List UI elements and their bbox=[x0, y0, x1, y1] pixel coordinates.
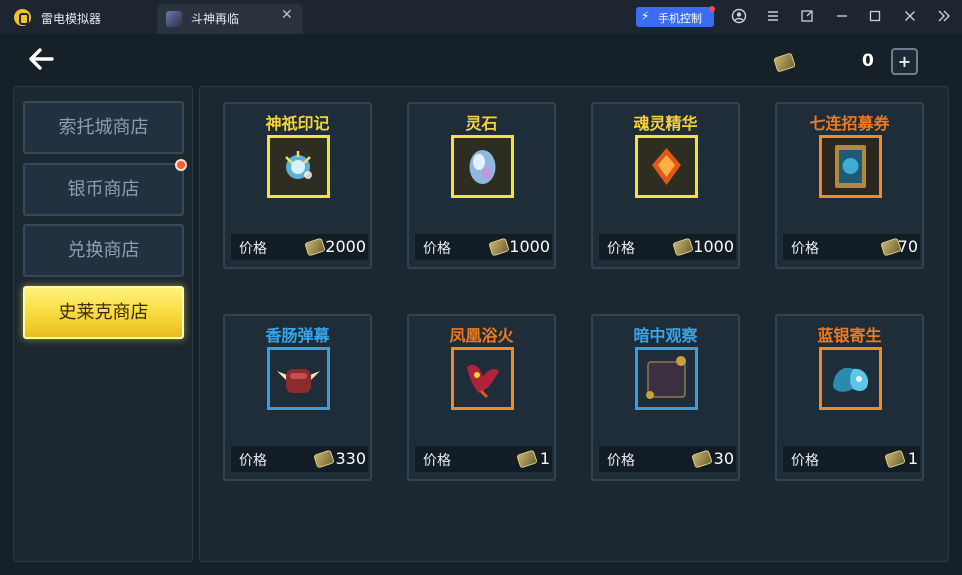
price-bar: 价格 1000 bbox=[599, 234, 736, 260]
popout-icon[interactable] bbox=[799, 8, 815, 24]
item-frame bbox=[451, 135, 514, 198]
sausage-barrage-icon bbox=[267, 347, 330, 410]
tab-close-icon[interactable]: ✕ bbox=[281, 7, 293, 23]
price-label: 价格 bbox=[423, 453, 451, 469]
item-price: 2000 bbox=[325, 237, 366, 256]
tab-game[interactable]: 斗神再临 ✕ bbox=[157, 4, 303, 34]
item-price: 1000 bbox=[693, 237, 734, 256]
price-label: 价格 bbox=[239, 453, 267, 469]
phone-control-button[interactable]: ⚡ 手机控制 bbox=[636, 7, 714, 27]
add-currency-button[interactable]: + bbox=[891, 48, 918, 75]
item-name: 神祇印记 bbox=[265, 114, 330, 133]
recruit-ticket-icon bbox=[819, 135, 882, 198]
item-frame bbox=[267, 135, 330, 198]
price-bar: 价格 330 bbox=[231, 446, 368, 472]
ticket-currency-icon bbox=[304, 237, 326, 257]
item-name: 七连招募券 bbox=[809, 114, 890, 133]
game-tab-icon bbox=[166, 11, 182, 27]
back-button[interactable] bbox=[26, 42, 56, 76]
app-logo-icon bbox=[14, 9, 31, 26]
menu-icon[interactable] bbox=[765, 8, 781, 24]
shop-item-card[interactable]: 香肠弹幕 价格 330 bbox=[223, 314, 372, 481]
user-icon[interactable] bbox=[731, 8, 747, 24]
price-label: 价格 bbox=[607, 453, 635, 469]
shop-item-card[interactable]: 凤凰浴火 价格 1 bbox=[407, 314, 556, 481]
price-bar: 价格 2000 bbox=[231, 234, 368, 260]
shop-item-card[interactable]: 蓝银寄生 价格 1 bbox=[775, 314, 924, 481]
game-viewport: 0 + 索托城商店 银币商店 兑换商店 史莱克商店 神祇印记 价格 2000 灵… bbox=[0, 34, 962, 575]
deity-seal-icon bbox=[267, 135, 330, 198]
shop-item-card[interactable]: 神祇印记 价格 2000 bbox=[223, 102, 372, 269]
price-label: 价格 bbox=[791, 453, 819, 469]
ticket-currency-icon bbox=[313, 449, 335, 469]
sidebar-item-shrek-shop[interactable]: 史莱克商店 bbox=[23, 286, 184, 339]
sidebar-item-sotocity-shop[interactable]: 索托城商店 bbox=[23, 101, 184, 154]
spirit-stone-icon bbox=[451, 135, 514, 198]
item-name: 凤凰浴火 bbox=[449, 326, 514, 345]
window-titlebar: 雷电模拟器 斗神再临 ✕ ⚡ 手机控制 bbox=[0, 0, 962, 34]
item-name: 暗中观察 bbox=[633, 326, 698, 345]
shop-item-card[interactable]: 七连招募券 价格 70 bbox=[775, 102, 924, 269]
item-price: 1 bbox=[539, 449, 550, 468]
currency-value: 0 bbox=[862, 51, 874, 71]
item-frame bbox=[267, 347, 330, 410]
secret-watch-icon bbox=[635, 347, 698, 410]
blue-silver-icon bbox=[819, 347, 882, 410]
price-label: 价格 bbox=[239, 241, 267, 257]
price-bar: 价格 1 bbox=[415, 446, 552, 472]
app-name: 雷电模拟器 bbox=[41, 12, 102, 26]
shop-item-card[interactable]: 魂灵精华 价格 1000 bbox=[591, 102, 740, 269]
close-window-icon[interactable] bbox=[902, 8, 918, 24]
item-price: 1000 bbox=[509, 237, 550, 256]
back-arrow-icon bbox=[29, 48, 54, 70]
item-name: 魂灵精华 bbox=[633, 114, 698, 133]
item-frame bbox=[819, 347, 882, 410]
new-badge-dot bbox=[175, 159, 187, 171]
item-price: 330 bbox=[335, 449, 366, 468]
phoenix-fire-icon bbox=[451, 347, 514, 410]
price-bar: 价格 1 bbox=[783, 446, 920, 472]
sidebar-item-silver-shop[interactable]: 银币商店 bbox=[23, 163, 184, 216]
item-frame bbox=[635, 347, 698, 410]
ticket-currency-icon bbox=[773, 52, 796, 73]
shop-item-card[interactable]: 暗中观察 价格 30 bbox=[591, 314, 740, 481]
item-frame bbox=[635, 135, 698, 198]
ticket-currency-icon bbox=[691, 449, 713, 469]
price-label: 价格 bbox=[607, 241, 635, 257]
maximize-icon[interactable] bbox=[867, 8, 883, 24]
item-name: 香肠弹幕 bbox=[265, 326, 330, 345]
tab-label: 斗神再临 bbox=[191, 12, 240, 26]
expand-sidebar-icon[interactable] bbox=[936, 8, 952, 24]
item-frame bbox=[819, 135, 882, 198]
bolt-icon: ⚡ bbox=[641, 9, 650, 23]
price-bar: 价格 70 bbox=[783, 234, 920, 260]
price-bar: 价格 30 bbox=[599, 446, 736, 472]
item-price: 30 bbox=[713, 449, 734, 468]
price-label: 价格 bbox=[423, 241, 451, 257]
minimize-icon[interactable] bbox=[834, 8, 850, 24]
sidebar-item-exchange-shop[interactable]: 兑换商店 bbox=[23, 224, 184, 277]
shop-item-grid: 神祇印记 价格 2000 灵石 价格 1000 魂灵精华 价格 1000 七连招… bbox=[199, 86, 949, 562]
item-name: 蓝银寄生 bbox=[817, 326, 882, 345]
price-bar: 价格 1000 bbox=[415, 234, 552, 260]
notification-dot bbox=[709, 6, 715, 12]
item-name: 灵石 bbox=[465, 114, 498, 133]
shop-item-card[interactable]: 灵石 价格 1000 bbox=[407, 102, 556, 269]
ticket-currency-icon bbox=[516, 449, 538, 469]
soul-essence-icon bbox=[635, 135, 698, 198]
price-label: 价格 bbox=[791, 241, 819, 257]
item-frame bbox=[451, 347, 514, 410]
shop-sidebar: 索托城商店 银币商店 兑换商店 史莱克商店 bbox=[13, 86, 193, 562]
ticket-currency-icon bbox=[884, 449, 906, 469]
ticket-currency-icon bbox=[488, 237, 510, 257]
phone-control-label: 手机控制 bbox=[658, 12, 702, 25]
item-price: 70 bbox=[897, 237, 918, 256]
ticket-currency-icon bbox=[672, 237, 694, 257]
item-price: 1 bbox=[907, 449, 918, 468]
